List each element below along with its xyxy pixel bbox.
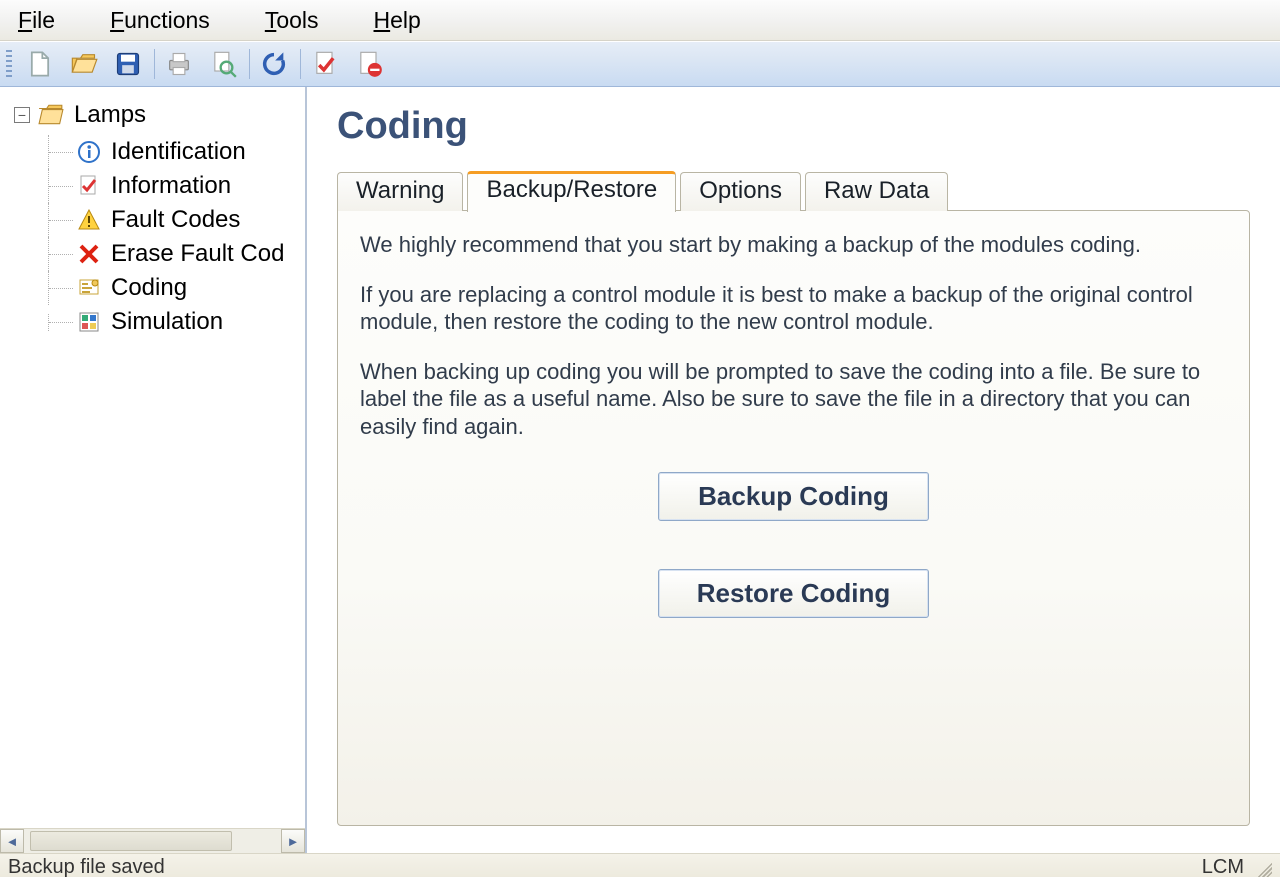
delete-page-icon xyxy=(355,50,383,78)
menu-bar: File Functions Tools Help xyxy=(0,0,1280,41)
menu-tools[interactable]: Tools xyxy=(265,7,319,34)
status-module: LCM xyxy=(1202,856,1244,877)
print-icon xyxy=(165,50,193,78)
new-file-button[interactable] xyxy=(22,46,58,82)
restore-coding-button[interactable]: Restore Coding xyxy=(658,569,929,618)
print-preview-button[interactable] xyxy=(205,46,241,82)
content-panel: Coding Warning Backup/Restore Options Ra… xyxy=(307,87,1280,853)
tree-item-fault-codes[interactable]: Fault Codes xyxy=(48,203,305,237)
scroll-thumb[interactable] xyxy=(30,831,232,851)
menu-functions[interactable]: Functions xyxy=(110,7,210,34)
tab-strip: Warning Backup/Restore Options Raw Data xyxy=(337,170,1250,211)
resize-grip-icon xyxy=(1254,859,1272,877)
tree-item-erase-fault-codes[interactable]: Erase Fault Cod xyxy=(48,237,305,271)
tree-item-coding[interactable]: Coding xyxy=(48,271,305,305)
body-text: We highly recommend that you start by ma… xyxy=(360,231,1227,440)
print-button[interactable] xyxy=(161,46,197,82)
tree-item-label: Simulation xyxy=(111,308,223,336)
toolbar-separator-icon xyxy=(154,49,155,79)
tree-line-icon xyxy=(48,135,77,169)
backup-coding-button[interactable]: Backup Coding xyxy=(658,472,929,521)
warning-icon xyxy=(77,208,101,232)
coding-icon xyxy=(77,276,101,300)
save-button[interactable] xyxy=(110,46,146,82)
toolbar-separator-icon xyxy=(249,49,250,79)
save-icon xyxy=(114,50,142,78)
tree-item-identification[interactable]: Identification xyxy=(48,135,305,169)
check-page-icon xyxy=(77,174,101,198)
tree-item-simulation[interactable]: Simulation xyxy=(48,305,305,339)
tab-options[interactable]: Options xyxy=(680,172,801,211)
button-stack: Backup Coding Restore Coding xyxy=(360,472,1227,618)
tree-line-icon xyxy=(48,237,77,271)
tree-root-lamps[interactable]: − Lamps xyxy=(14,101,305,129)
print-preview-icon xyxy=(209,50,237,78)
menu-help[interactable]: Help xyxy=(374,7,421,34)
tree-item-information[interactable]: Information xyxy=(48,169,305,203)
toolbar-separator-icon xyxy=(300,49,301,79)
paragraph: If you are replacing a control module it… xyxy=(360,281,1227,336)
folder-icon xyxy=(38,104,64,126)
menu-file[interactable]: File xyxy=(18,7,55,34)
page-title: Coding xyxy=(337,105,1250,148)
main-area: − Lamps Identification xyxy=(0,87,1280,853)
tree-item-label: Coding xyxy=(111,274,187,302)
status-message: Backup file saved xyxy=(8,856,1202,877)
x-icon xyxy=(77,242,101,266)
refresh-icon xyxy=(260,50,288,78)
collapse-icon[interactable]: − xyxy=(14,107,30,123)
tab-body: We highly recommend that you start by ma… xyxy=(337,210,1250,826)
tree-line-icon xyxy=(48,203,77,237)
check-page-icon xyxy=(311,50,339,78)
tree: − Lamps Identification xyxy=(0,87,305,828)
status-bar: Backup file saved LCM xyxy=(0,853,1280,877)
tree-line-icon xyxy=(48,169,77,203)
tree-item-label: Information xyxy=(111,172,231,200)
tab-warning[interactable]: Warning xyxy=(337,172,463,211)
refresh-button[interactable] xyxy=(256,46,292,82)
new-file-icon xyxy=(26,50,54,78)
simulation-icon xyxy=(77,310,101,334)
delete-page-button[interactable] xyxy=(351,46,387,82)
paragraph: We highly recommend that you start by ma… xyxy=(360,231,1227,259)
tree-horizontal-scrollbar[interactable]: ◄ ► xyxy=(0,828,305,853)
paragraph: When backing up coding you will be promp… xyxy=(360,358,1227,441)
scroll-left-button[interactable]: ◄ xyxy=(0,829,24,853)
tree-line-icon xyxy=(48,271,77,305)
tab-backup-restore[interactable]: Backup/Restore xyxy=(467,171,676,212)
toolbar xyxy=(0,41,1280,87)
tree-children: Identification Information xyxy=(48,135,305,339)
tree-item-label: Erase Fault Cod xyxy=(111,240,284,268)
scroll-right-button[interactable]: ► xyxy=(281,829,305,853)
tree-item-label: Identification xyxy=(111,138,246,166)
toolbar-grip-icon xyxy=(6,50,12,78)
tab-raw-data[interactable]: Raw Data xyxy=(805,172,948,211)
tree-root-label: Lamps xyxy=(74,101,146,129)
open-folder-button[interactable] xyxy=(66,46,102,82)
tree-line-icon xyxy=(48,314,77,331)
tree-panel: − Lamps Identification xyxy=(0,87,307,853)
scroll-track[interactable] xyxy=(24,829,281,853)
info-icon xyxy=(77,140,101,164)
open-folder-icon xyxy=(70,50,98,78)
check-page-button[interactable] xyxy=(307,46,343,82)
tree-item-label: Fault Codes xyxy=(111,206,240,234)
